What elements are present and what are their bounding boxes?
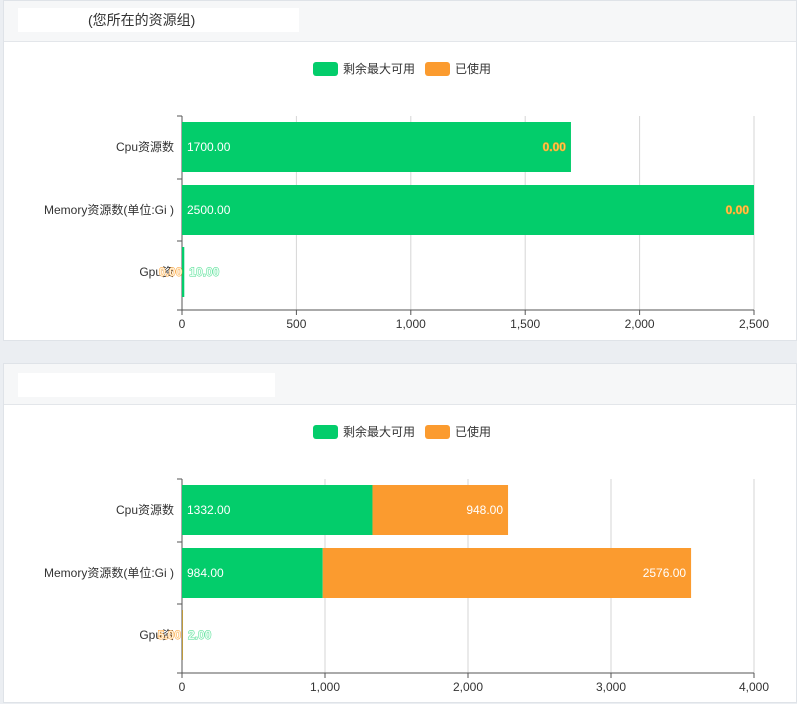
x-tick-label: 1,500	[510, 317, 540, 331]
x-tick-label: 0	[179, 317, 186, 331]
bar-remaining	[182, 185, 754, 235]
resource-chart-1: 剩余最大可用 已使用 0 500 1,000 1,500 2,000 2,500 Cpu资源…	[1, 42, 795, 342]
bar-used	[323, 548, 691, 598]
resource-panel-2: 剩余最大可用 已使用 0 1,000 2,000 3,000 4,000 Cpu资源数 13…	[3, 363, 797, 703]
x-tick-label: 3,000	[596, 680, 626, 694]
legend-label-remaining[interactable]: 剩余最大可用	[343, 61, 415, 76]
bar-label-used: 2576.00	[643, 566, 687, 580]
chart-legend: 剩余最大可用 已使用	[313, 424, 491, 439]
bar-remaining	[182, 247, 184, 297]
panel-title	[18, 373, 275, 397]
bar-remaining	[182, 122, 571, 172]
category-label: Memory资源数(单位:Gi )	[44, 565, 174, 580]
resource-panel-1: (您所在的资源组) 剩余最大可用 已使用 0 500 1,000 1,500 2,000…	[3, 0, 797, 341]
legend-swatch-remaining[interactable]	[313, 62, 338, 76]
bar-used	[182, 610, 183, 660]
bar-label-remaining: 2.00	[188, 628, 212, 642]
bar-label-used: 0.00	[726, 203, 750, 217]
bar-label-remaining: 10.00	[189, 265, 219, 279]
category-label: Cpu资源数	[116, 139, 174, 154]
x-tick-label: 2,000	[453, 680, 483, 694]
x-tick-label: 0	[179, 680, 186, 694]
legend-swatch-used[interactable]	[425, 62, 450, 76]
x-tick-label: 4,000	[739, 680, 769, 694]
bar-label-used: 0.00	[159, 265, 183, 279]
category-label: Memory资源数(单位:Gi )	[44, 202, 174, 217]
chart-plot-area: 0 1,000 2,000 3,000 4,000 Cpu资源数 1332.00 948.00…	[44, 479, 769, 694]
x-tick-label: 1,000	[310, 680, 340, 694]
x-tick-label: 500	[286, 317, 306, 331]
panel-title: (您所在的资源组)	[18, 8, 299, 32]
bar-label-used: 0.00	[543, 140, 567, 154]
bar-label-used: 948.00	[466, 503, 503, 517]
x-tick-label: 2,000	[625, 317, 655, 331]
legend-swatch-used[interactable]	[425, 425, 450, 439]
legend-swatch-remaining[interactable]	[313, 425, 338, 439]
x-tick-label: 1,000	[396, 317, 426, 331]
x-tick-label: 2,500	[739, 317, 769, 331]
bar-label-remaining: 2500.00	[187, 203, 231, 217]
bar-label-remaining: 1332.00	[187, 503, 231, 517]
legend-label-used[interactable]: 已使用	[455, 424, 491, 439]
chart-plot-area: 0 500 1,000 1,500 2,000 2,500 Cpu资源数 1700.00 0.0…	[44, 116, 769, 331]
panel-header: (您所在的资源组)	[4, 1, 796, 42]
resource-chart-2: 剩余最大可用 已使用 0 1,000 2,000 3,000 4,000 Cpu资源数 13…	[1, 405, 795, 704]
bar-label-used: 5.00	[158, 628, 182, 642]
bar-label-remaining: 984.00	[187, 566, 224, 580]
chart-legend: 剩余最大可用 已使用	[313, 61, 491, 76]
category-label: Cpu资源数	[116, 502, 174, 517]
bar-label-remaining: 1700.00	[187, 140, 231, 154]
legend-label-used[interactable]: 已使用	[455, 61, 491, 76]
legend-label-remaining[interactable]: 剩余最大可用	[343, 424, 415, 439]
panel-header	[4, 364, 796, 405]
